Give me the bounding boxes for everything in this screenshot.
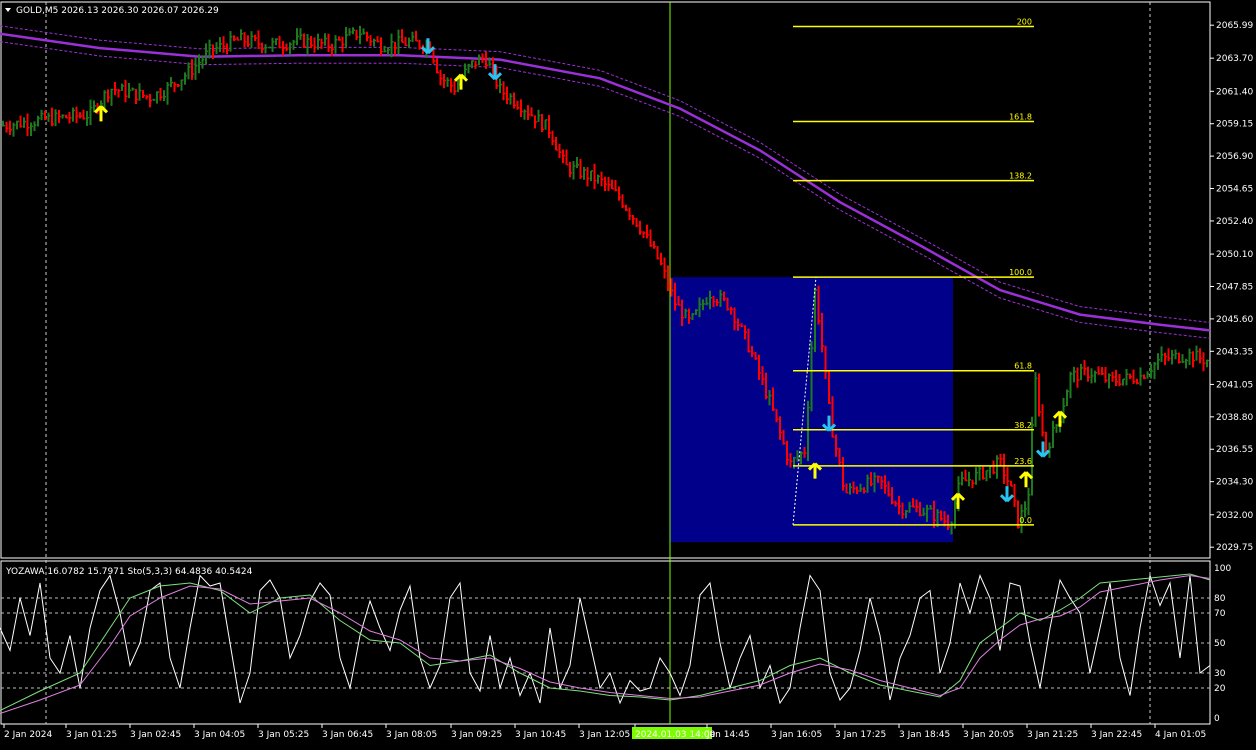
stochastic-axis-label: 80 — [1214, 594, 1226, 604]
symbol-info: GOLD,M5 2026.13 2026.30 2026.07 2026.29 — [16, 6, 219, 16]
fib-level-label: 200 — [1017, 17, 1032, 26]
stochastic-axis-label: 70 — [1214, 609, 1226, 619]
time-axis-label: 3 Jan 02:45 — [130, 730, 181, 740]
time-axis-label: 3 Jan 12:05 — [579, 730, 630, 740]
price-axis-label: 2029.75 — [1216, 543, 1253, 553]
time-axis-label: 3 Jan 09:25 — [451, 730, 502, 740]
price-axis-label: 2063.70 — [1216, 54, 1253, 64]
price-axis-label: 2043.35 — [1216, 347, 1253, 357]
price-axis-label: 2041.05 — [1216, 380, 1253, 390]
highlighted-time-label: 2024.01.03 14:00 — [635, 730, 716, 740]
time-axis-label: 3 Jan 01:25 — [66, 730, 117, 740]
time-axis-label: 3 Jan 20:05 — [963, 730, 1014, 740]
time-axis-label: 2 Jan 2024 — [4, 730, 52, 740]
fib-level-label: 161.8 — [1009, 113, 1032, 122]
time-axis-label: 3 Jan 08:05 — [386, 730, 437, 740]
time-axis-label: 3 Jan 17:25 — [835, 730, 886, 740]
price-axis-label: 2032.00 — [1216, 511, 1253, 521]
time-axis-label: 3 Jan 06:45 — [322, 730, 373, 740]
fib-level-label: 23.6 — [1014, 457, 1032, 466]
price-axis-label: 2065.99 — [1216, 21, 1253, 31]
time-axis-label: 3 Jan 21:25 — [1027, 730, 1078, 740]
chart-background — [0, 0, 1256, 746]
price-axis-label: 2056.90 — [1216, 152, 1253, 162]
stochastic-axis-label: 30 — [1214, 669, 1226, 679]
price-axis-label: 2052.40 — [1216, 217, 1253, 227]
price-axis-label: 2036.55 — [1216, 445, 1253, 455]
fib-level-label: 61.8 — [1014, 362, 1032, 371]
price-axis-label: 2050.10 — [1216, 250, 1253, 260]
time-axis-label: 3 Jan 05:25 — [258, 730, 309, 740]
fib-level-label: 38.2 — [1014, 421, 1032, 430]
price-axis-label: 2047.85 — [1216, 282, 1253, 292]
symbol-header: GOLD,M5 2026.13 2026.30 2026.07 2026.29 — [5, 6, 219, 16]
indicator-info: YOZAWA 16.0782 15.7971 Sto(5,3,3) 64.483… — [5, 567, 253, 577]
price-axis-label: 2045.60 — [1216, 315, 1253, 325]
time-axis-label: 3 Jan 22:45 — [1091, 730, 1142, 740]
price-axis-label: 2061.40 — [1216, 87, 1253, 97]
chart-canvas[interactable]: 200161.8138.2100.061.838.223.60.0 2065.9… — [0, 0, 1256, 746]
stochastic-axis-label: 0 — [1214, 714, 1220, 724]
price-axis-label: 2034.30 — [1216, 478, 1253, 488]
stochastic-axis-label: 20 — [1214, 684, 1226, 694]
price-axis-label: 2038.80 — [1216, 413, 1253, 423]
time-axis-label: 4 Jan 01:05 — [1155, 730, 1206, 740]
stochastic-axis-label: 50 — [1214, 639, 1226, 649]
fib-level-label: 138.2 — [1009, 172, 1032, 181]
trading-terminal-chart[interactable]: 200 161.8 138.2 100.0 61.8 38.2 23.6 0.0 2065.9… — [0, 0, 1256, 746]
time-axis-label: 3 Jan 04:05 — [194, 730, 245, 740]
price-axis-label: 2059.15 — [1216, 120, 1253, 130]
stochastic-axis-label: 100 — [1214, 564, 1231, 574]
price-axis-label: 2054.65 — [1216, 185, 1253, 195]
time-axis-label: 3 Jan 18:45 — [899, 730, 950, 740]
fib-level-label: 0.0 — [1019, 516, 1032, 525]
fib-level-label: 100.0 — [1009, 268, 1032, 277]
time-axis-label: Jan 14:45 — [706, 730, 750, 740]
time-axis-label: 3 Jan 16:05 — [771, 730, 822, 740]
time-axis-label: 3 Jan 10:45 — [515, 730, 566, 740]
